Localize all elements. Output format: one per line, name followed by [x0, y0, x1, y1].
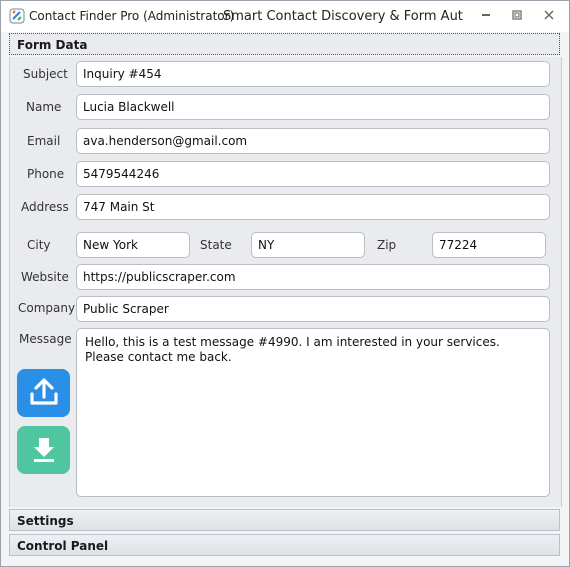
website-label: Website [21, 270, 69, 284]
restore-button[interactable] [504, 6, 530, 26]
upload-icon [27, 375, 61, 412]
app-logo-icon [9, 8, 25, 24]
phone-label: Phone [27, 167, 65, 181]
close-icon [543, 9, 555, 24]
name-label: Name [26, 100, 62, 114]
upload-button[interactable] [17, 369, 70, 417]
section-form-data[interactable]: Form Data [9, 33, 560, 55]
message-textarea[interactable]: Hello, this is a test message #4990. I a… [76, 328, 550, 497]
title-bar: Contact Finder Pro (Administrator) Smart… [1, 1, 569, 32]
download-button[interactable] [17, 426, 70, 474]
address-field[interactable]: 747 Main St [76, 194, 550, 220]
form-panel: Subject Inquiry #454 Name Lucia Blackwel… [9, 57, 562, 507]
section-settings[interactable]: Settings [9, 509, 560, 531]
app-window: Contact Finder Pro (Administrator) Smart… [0, 0, 570, 567]
app-title: Contact Finder Pro (Administrator) [29, 9, 235, 23]
company-label: Company [18, 301, 76, 315]
window-subtitle: Smart Contact Discovery & Form Aut... [223, 9, 463, 24]
subject-field[interactable]: Inquiry #454 [76, 61, 550, 87]
website-field[interactable]: https://publicscraper.com [76, 264, 550, 290]
phone-field[interactable]: 5479544246 [76, 161, 550, 187]
state-label: State [200, 238, 232, 252]
city-label: City [27, 238, 51, 252]
close-button[interactable] [536, 6, 562, 26]
restore-icon [511, 9, 523, 24]
minimize-button[interactable] [473, 6, 499, 26]
company-field[interactable]: Public Scraper [76, 296, 550, 322]
minimize-icon [480, 9, 492, 24]
subject-label: Subject [23, 67, 68, 81]
email-label: Email [27, 134, 61, 148]
city-field[interactable]: New York [76, 232, 190, 258]
message-label: Message [19, 332, 72, 346]
zip-field[interactable]: 77224 [432, 232, 546, 258]
address-label: Address [21, 200, 69, 214]
name-field[interactable]: Lucia Blackwell [76, 94, 550, 120]
download-icon [29, 434, 59, 467]
state-field[interactable]: NY [251, 232, 365, 258]
section-control-panel[interactable]: Control Panel [9, 534, 560, 556]
zip-label: Zip [377, 238, 397, 252]
email-field[interactable]: ava.henderson@gmail.com [76, 128, 550, 154]
